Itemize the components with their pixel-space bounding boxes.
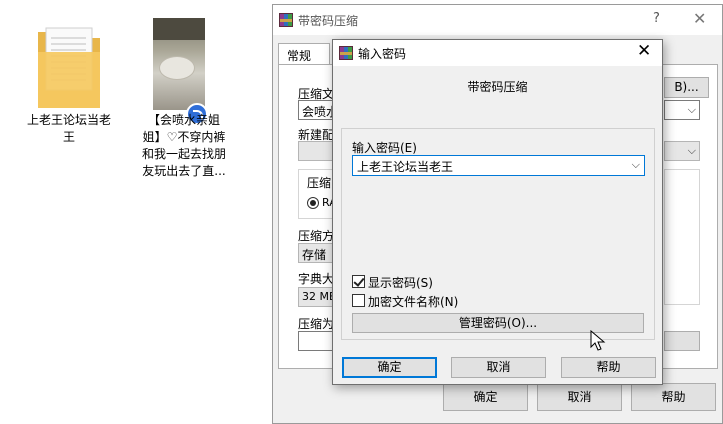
dialog-cancel-button[interactable]: 取消 <box>451 357 546 378</box>
ok-button[interactable]: 确定 <box>443 383 528 411</box>
set-password-button[interactable] <box>664 331 700 351</box>
format-label: 压缩 <box>307 176 332 190</box>
folder-icon <box>38 27 100 108</box>
video-thumbnail <box>153 18 205 110</box>
help-button[interactable]: 帮助 <box>631 383 716 411</box>
encrypt-names-label[interactable]: 加密文件名称(N) <box>368 293 458 310</box>
method-label: 压缩方 <box>298 229 335 243</box>
dialog-titlebar: 输入密码 ✕ <box>333 40 662 66</box>
password-dialog: 输入密码 ✕ 带密码压缩 输入密码(E) 上老王论坛当老王 ⌵ 显示密码(S) … <box>332 39 663 385</box>
profile-dropdown[interactable]: ⌵ <box>664 141 700 161</box>
chevron-down-icon: ⌵ <box>687 103 696 116</box>
window-titlebar: 带密码压缩 ? ✕ <box>273 5 722 35</box>
dialog-title: 输入密码 <box>358 47 407 61</box>
winrar-icon <box>279 13 293 27</box>
password-input[interactable]: 上老王论坛当老王 ⌵ <box>352 155 645 176</box>
archive-name-dropdown[interactable]: ⌵ <box>664 100 700 120</box>
dialog-heading: 带密码压缩 <box>467 80 528 94</box>
encrypt-names-checkbox[interactable] <box>352 294 365 307</box>
options-group <box>664 169 700 305</box>
dialog-help-button[interactable]: 帮助 <box>561 357 656 378</box>
split-label: 压缩为 <box>298 317 335 331</box>
password-group: 输入密码(E) 上老王论坛当老王 ⌵ 显示密码(S) 加密文件名称(N) 管理密… <box>341 128 655 340</box>
password-label: 输入密码(E) <box>352 141 417 155</box>
dialog-ok-button[interactable]: 确定 <box>342 357 437 378</box>
window-title: 带密码压缩 <box>298 14 359 28</box>
help-icon[interactable]: ? <box>653 11 660 26</box>
format-rar-radio[interactable] <box>307 197 319 209</box>
browse-button[interactable]: B)... <box>664 77 709 98</box>
mouse-cursor-icon <box>590 330 606 351</box>
chevron-down-icon[interactable]: ⌵ <box>632 158 640 172</box>
show-password-checkbox[interactable] <box>352 275 365 288</box>
cancel-button[interactable]: 取消 <box>537 383 622 411</box>
winrar-icon <box>339 46 353 60</box>
show-password-label[interactable]: 显示密码(S) <box>368 274 433 291</box>
desktop-item-label: 【会喷水亲姐 姐】♡不穿内裤 和我一起去找朋 友玩出去了直... <box>141 113 226 178</box>
desktop-item-label: 上老王论坛当老 王 <box>26 113 111 144</box>
close-icon[interactable]: ✕ <box>637 41 651 61</box>
close-icon[interactable]: ✕ <box>693 9 706 28</box>
chevron-down-icon: ⌵ <box>687 144 696 157</box>
tab-general[interactable]: 常规 <box>278 43 330 65</box>
dict-label: 字典大 <box>298 272 335 286</box>
